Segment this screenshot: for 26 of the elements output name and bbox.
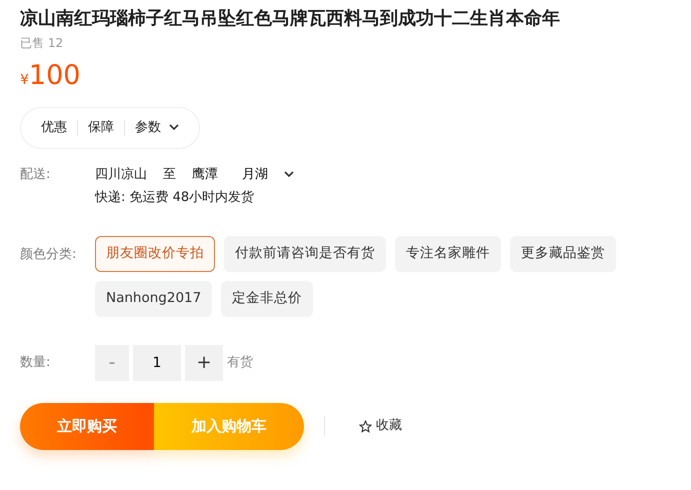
quantity-field[interactable]: 1 <box>133 344 181 380</box>
stock-status: 有货 <box>227 354 253 372</box>
info-tab[interactable]: 保障 <box>78 120 125 136</box>
destination-selector[interactable]: 鹰潭 月湖 <box>192 164 294 184</box>
delivery-label: 配送: <box>20 166 52 184</box>
quantity-label: 数量: <box>20 354 52 372</box>
option-label: 颜色分类: <box>20 246 78 264</box>
plus-button[interactable]: + <box>185 344 223 380</box>
option-button[interactable]: Nanhong2017 <box>95 280 212 316</box>
info-tab[interactable]: 参数 <box>125 120 189 136</box>
shipping-note: 快递: 免运费 48小时内发货 <box>95 189 256 207</box>
sold-count: 已售 12 <box>20 35 64 52</box>
option-button[interactable]: 朋友圈改价专拍 <box>95 236 215 272</box>
favorite-button[interactable]: 收藏 <box>353 415 408 437</box>
option-button[interactable]: 专注名家雕件 <box>395 236 501 272</box>
star-icon <box>359 420 372 432</box>
option-button[interactable]: 更多藏品鉴赏 <box>510 236 616 272</box>
currency-symbol: ¥ <box>20 72 29 88</box>
info-tab[interactable]: 优惠 <box>31 120 78 136</box>
option-button[interactable]: 定金非总价 <box>221 280 314 316</box>
price-amount: 100 <box>28 60 80 91</box>
origin-text: 四川凉山 <box>95 166 147 184</box>
chevron-down-icon <box>284 170 294 178</box>
product-title: 凉山南红玛瑙柿子红马吊坠红色马牌瓦西料马到成功十二生肖本命年 <box>20 7 561 31</box>
to-text: 至 <box>163 166 176 184</box>
option-button[interactable]: 付款前请咨询是否有货 <box>224 236 386 272</box>
